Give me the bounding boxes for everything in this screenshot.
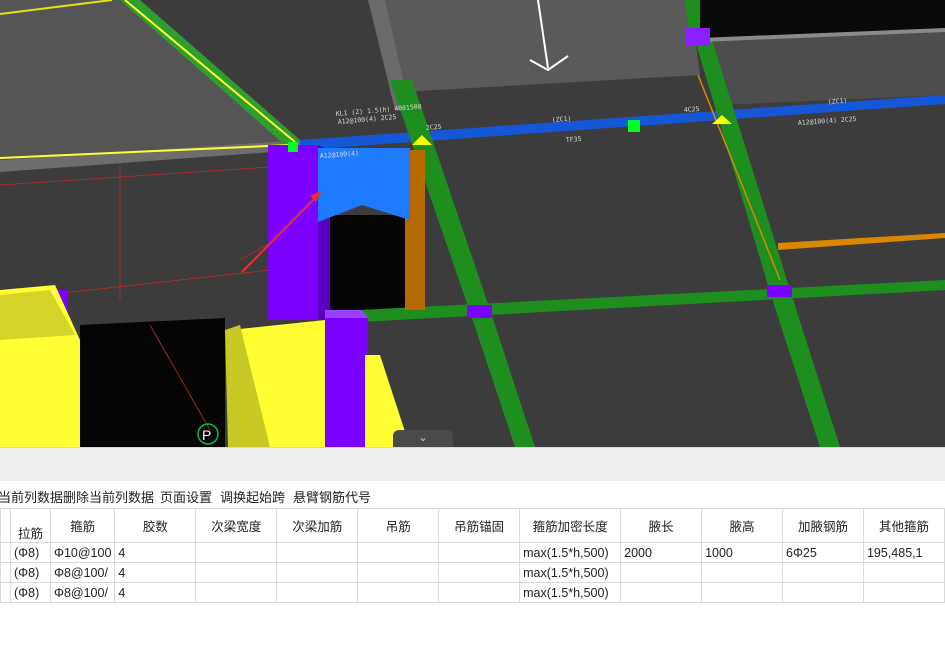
model-canvas[interactable]: KL1 (Z) 1.5(h) 4001500 A12@100(4) 2C25 (… — [0, 0, 945, 447]
column-header[interactable]: 次梁加筋 — [276, 508, 359, 543]
table-cell[interactable] — [357, 582, 440, 603]
table-cell[interactable]: Φ8@100/ — [49, 562, 116, 583]
row-header-cell[interactable] — [0, 562, 11, 583]
table-cell[interactable] — [782, 562, 864, 583]
table-cell[interactable]: 2000 — [620, 542, 703, 563]
annotation-text: TF35 — [566, 135, 582, 144]
chevron-down-icon: ⌄ — [418, 432, 428, 444]
table-cell[interactable]: (Φ8) — [9, 542, 51, 563]
table-cell[interactable]: max(1.5*h,500) — [519, 582, 622, 603]
table-cell[interactable] — [701, 562, 783, 583]
table-cell[interactable] — [620, 582, 703, 603]
table-row[interactable]: (Φ8) Φ8@100/ 4 max(1.5*h,500) — [0, 562, 945, 583]
column-header[interactable]: 吊筋 — [357, 508, 440, 543]
column-header[interactable]: 腋长 — [620, 508, 703, 543]
table-cell[interactable]: 4 — [114, 542, 197, 563]
toolbar-item-swap-start-span[interactable]: 调换起始跨 — [220, 487, 285, 506]
table-cell[interactable] — [862, 582, 945, 603]
column-header[interactable]: 拉筋 — [9, 508, 51, 543]
column-header[interactable]: 箍筋加密长度 — [519, 508, 622, 543]
column-header[interactable]: 箍筋 — [49, 508, 116, 543]
toolbar-item-current-column[interactable]: 当前列数据 — [0, 487, 63, 506]
table-header-row: 拉筋 箍筋 胶数 次梁宽度 次梁加筋 吊筋 吊筋锚固 箍筋加密长度 腋长 腋高 … — [0, 508, 945, 543]
table-cell[interactable] — [195, 582, 278, 603]
table-cell[interactable] — [357, 542, 440, 563]
annotation-text: (ZC1) — [828, 97, 848, 106]
table-cell[interactable] — [357, 562, 440, 583]
table-cell[interactable] — [438, 582, 521, 603]
table-cell[interactable]: 4 — [114, 562, 197, 583]
rebar-data-grid[interactable]: 拉筋 箍筋 胶数 次梁宽度 次梁加筋 吊筋 吊筋锚固 箍筋加密长度 腋长 腋高 … — [0, 508, 945, 654]
table-row[interactable]: (Φ8) Φ10@100 4 max(1.5*h,500) 2000 1000 … — [0, 542, 945, 563]
rebar-table: 拉筋 箍筋 胶数 次梁宽度 次梁加筋 吊筋 吊筋锚固 箍筋加密长度 腋长 腋高 … — [0, 508, 945, 603]
axis-marker-label: P — [202, 427, 211, 443]
table-cell[interactable] — [276, 562, 359, 583]
row-header-cell[interactable] — [0, 542, 11, 563]
column-header[interactable]: 吊筋锚固 — [438, 508, 521, 543]
table-cell[interactable] — [276, 582, 359, 603]
table-cell[interactable]: 6Φ25 — [782, 542, 864, 563]
table-toolbar: 当前列数据 删除当前列数据 页面设置 调换起始跨 悬臂钢筋代号 — [0, 482, 945, 508]
table-cell[interactable] — [620, 562, 703, 583]
table-cell[interactable] — [438, 562, 521, 583]
table-cell[interactable]: max(1.5*h,500) — [519, 542, 622, 563]
toolbar-item-page-settings[interactable]: 页面设置 — [160, 487, 212, 506]
table-cell[interactable]: max(1.5*h,500) — [519, 562, 622, 583]
annotation-text: 2C25 — [425, 123, 441, 132]
row-header-cell — [0, 508, 11, 543]
table-cell[interactable] — [701, 582, 783, 603]
annotation-text: 4C25 — [684, 105, 700, 114]
column-purple-1 — [268, 145, 318, 320]
table-cell[interactable]: (Φ8) — [9, 562, 51, 583]
table-row[interactable]: (Φ8) Φ8@100/ 4 max(1.5*h,500) — [0, 582, 945, 603]
table-cell[interactable]: (Φ8) — [9, 582, 51, 603]
column-header[interactable]: 加腋钢筋 — [782, 508, 864, 543]
table-cell[interactable]: 195,485,1 — [862, 542, 945, 563]
column-header[interactable]: 胶数 — [114, 508, 197, 543]
table-cell[interactable]: 1000 — [701, 542, 783, 563]
toolbar-item-delete-column[interactable]: 删除当前列数据 — [63, 487, 154, 506]
row-header-cell[interactable] — [0, 582, 11, 603]
table-cell[interactable]: Φ8@100/ — [49, 582, 116, 603]
table-cell[interactable] — [276, 542, 359, 563]
column-header[interactable]: 腋高 — [701, 508, 783, 543]
column-header[interactable]: 其他箍筋 — [862, 508, 945, 543]
table-cell[interactable]: 4 — [114, 582, 197, 603]
table-cell[interactable] — [438, 542, 521, 563]
toolbar-item-cantilever-code[interactable]: 悬臂钢筋代号 — [293, 487, 371, 506]
column-header[interactable]: 次梁宽度 — [195, 508, 278, 543]
table-cell[interactable]: Φ10@100 — [49, 542, 116, 563]
collapse-panel-button[interactable]: ⌄ — [393, 430, 453, 447]
annotation-text: (ZC1) — [552, 115, 572, 124]
table-cell[interactable] — [195, 542, 278, 563]
table-cell[interactable] — [782, 582, 864, 603]
panel-divider[interactable] — [0, 447, 945, 481]
column-purple-2 — [325, 318, 368, 447]
table-cell[interactable] — [195, 562, 278, 583]
3d-model-viewport[interactable]: KL1 (Z) 1.5(h) 4001500 A12@100(4) 2C25 (… — [0, 0, 945, 447]
table-cell[interactable] — [862, 562, 945, 583]
